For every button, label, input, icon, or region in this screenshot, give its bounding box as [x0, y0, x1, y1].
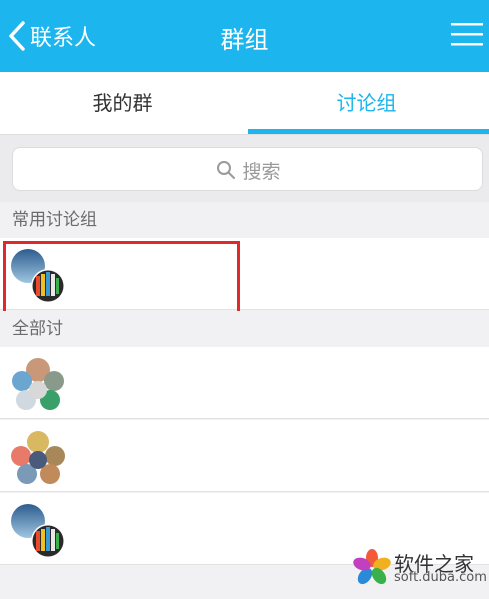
tab-my-groups[interactable]: 我的群 [0, 72, 245, 134]
group-avatar [10, 430, 66, 486]
flower-logo-icon [353, 549, 391, 585]
search-icon [217, 161, 236, 179]
group-avatar [10, 503, 66, 559]
tab-discussion-groups[interactable]: 讨论组 [244, 72, 489, 134]
list-item[interactable] [0, 420, 489, 492]
header-bar: 联系人 群组 [0, 0, 489, 72]
search-input[interactable]: 搜索 [12, 147, 483, 191]
tab-bar: 我的群 讨论组 [0, 72, 489, 134]
selection-highlight [3, 241, 240, 314]
search-placeholder: 搜索 [242, 160, 281, 183]
menu-button[interactable] [451, 18, 483, 50]
watermark-subtitle: soft.duba.com [394, 570, 487, 585]
group-avatar [10, 357, 66, 413]
list-item[interactable] [0, 347, 489, 419]
search-area: 搜索 [0, 134, 489, 202]
page-title: 群组 [220, 26, 269, 54]
menu-icon [451, 23, 483, 46]
section-header-frequent: 常用讨论组 [0, 202, 489, 238]
section-header-all-visible: 全部讨 [0, 311, 68, 347]
watermark: 软件之家 soft.duba.com [352, 546, 487, 590]
